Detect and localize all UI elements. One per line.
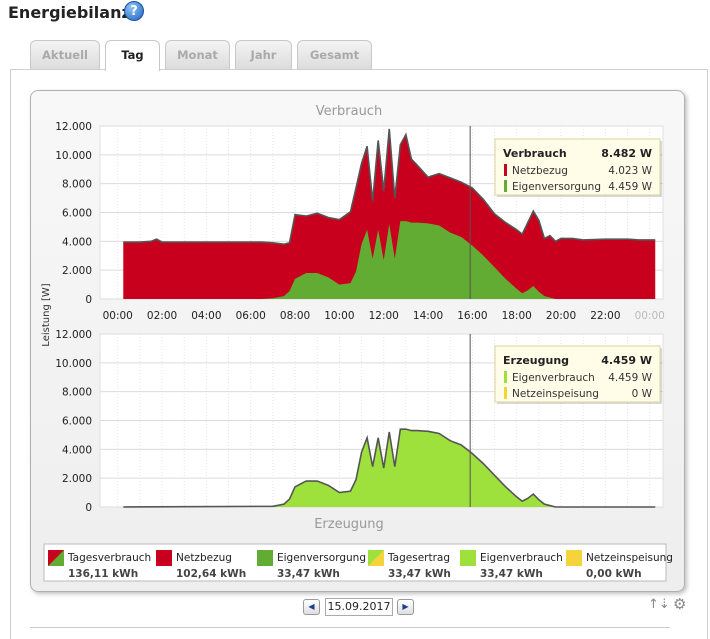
- legend-value: 102,64 kWh: [176, 568, 246, 580]
- divider: [30, 627, 670, 628]
- legend-swatch: [156, 550, 172, 566]
- legend-value: 33,47 kWh: [480, 568, 543, 580]
- y-tick-label: 0: [85, 294, 92, 306]
- date-field[interactable]: 15.09.2017: [325, 598, 393, 616]
- legend-swatch: [460, 550, 476, 566]
- tooltip-swatch: [504, 387, 507, 399]
- y-tick-label: 12.000: [55, 329, 92, 341]
- y-tick-label: 10.000: [55, 358, 92, 370]
- legend-value: 33,47 kWh: [277, 568, 340, 580]
- arrow-right-icon: ▶: [402, 602, 409, 611]
- tooltip-total: 8.482 W: [601, 147, 652, 160]
- tooltip-value: 4.023 W: [608, 165, 652, 177]
- x-tick-label: 04:00: [191, 310, 221, 322]
- sort-icon[interactable]: ↑⇣: [648, 597, 670, 612]
- x-tick-label: 08:00: [280, 310, 310, 322]
- tooltip-label: Eigenversorgung: [512, 181, 601, 193]
- tab-tag[interactable]: Tag: [105, 40, 160, 71]
- prev-day-button[interactable]: ◀: [303, 599, 320, 615]
- legend-label: Netzbezug: [176, 552, 232, 564]
- x-tick-label: 18:00: [502, 310, 532, 322]
- y-tick-label: 8.000: [62, 387, 92, 399]
- legend-label: Eigenverbrauch: [480, 552, 563, 564]
- chart-title: Verbrauch: [316, 104, 382, 119]
- legend-value: 136,11 kWh: [68, 568, 138, 580]
- x-tick-label: 00:00: [103, 310, 133, 322]
- tooltip-total: 4.459 W: [601, 354, 652, 367]
- tooltip-value: 4.459 W: [608, 372, 652, 384]
- chart-title: Erzeugung: [314, 517, 384, 532]
- tooltip-title: Erzeugung: [503, 354, 569, 367]
- legend: Tagesverbrauch 136,11 kWh Netzbezug 102,64 …: [43, 543, 673, 582]
- tooltip-swatch: [504, 164, 507, 176]
- next-day-button[interactable]: ▶: [397, 599, 414, 615]
- tooltip-title: Verbrauch: [503, 147, 567, 160]
- x-tick-label: 00:00: [635, 310, 665, 322]
- y-tick-label: 6.000: [62, 208, 92, 220]
- legend-swatch: [257, 550, 273, 566]
- tooltip-value: 4.459 W: [608, 181, 652, 193]
- x-tick-label: 06:00: [236, 310, 266, 322]
- verbrauch-chart: 0 2.000 4.000 6.000 8.000 10.000 12.000 Verbrau…: [55, 104, 665, 322]
- legend-label: Tagesertrag: [387, 552, 450, 564]
- x-tick-label: 20:00: [546, 310, 576, 322]
- tooltip-swatch: [504, 180, 507, 192]
- y-axis-label: Leistung [W]: [41, 283, 52, 346]
- x-tick-label: 14:00: [413, 310, 443, 322]
- tooltip-label: Eigenverbrauch: [512, 372, 595, 384]
- y-tick-label: 4.000: [62, 236, 92, 248]
- legend-label: Netzeinspeisung: [586, 552, 673, 564]
- x-tick-label: 10:00: [324, 310, 354, 322]
- x-tick-label: 16:00: [457, 310, 487, 322]
- legend-value: 0,00 kWh: [586, 568, 642, 580]
- tooltip-swatch: [504, 371, 507, 383]
- legend-label: Eigenversorgung: [277, 552, 366, 564]
- y-tick-label: 2.000: [62, 265, 92, 277]
- x-tick-label: 02:00: [147, 310, 177, 322]
- legend-value: 33,47 kWh: [388, 568, 451, 580]
- y-tick-label: 10.000: [55, 150, 92, 162]
- tooltip-value: 0 W: [632, 388, 653, 400]
- y-tick-label: 8.000: [62, 179, 92, 191]
- energy-chart: 0 2.000 4.000 6.000 8.000 10.000 12.000 Verbrau…: [41, 104, 673, 582]
- y-tick-label: 12.000: [55, 121, 92, 133]
- x-tick-label: 22:00: [590, 310, 620, 322]
- y-tick-label: 0: [85, 502, 92, 514]
- tooltip-label: Netzeinspeisung: [512, 388, 599, 400]
- legend-swatch: [566, 550, 582, 566]
- arrow-left-icon: ◀: [308, 602, 315, 611]
- y-tick-label: 4.000: [62, 444, 92, 456]
- gear-icon[interactable]: ⚙: [673, 595, 686, 613]
- tooltip-label: Netzbezug: [512, 165, 568, 177]
- y-tick-label: 2.000: [62, 473, 92, 485]
- tooltip: Verbrauch 8.482 W Netzbezug 4.023 W Eigenver…: [494, 138, 662, 197]
- erzeugung-chart: 0 2.000 4.000 6.000 8.000 10.000 12.000 Erzeugu…: [55, 329, 664, 532]
- x-tick-label: 12:00: [369, 310, 399, 322]
- y-tick-label: 6.000: [62, 416, 92, 428]
- legend-label: Tagesverbrauch: [67, 552, 151, 564]
- tooltip: Erzeugung 4.459 W Eigenverbrauch 4.459 W Net…: [494, 345, 662, 404]
